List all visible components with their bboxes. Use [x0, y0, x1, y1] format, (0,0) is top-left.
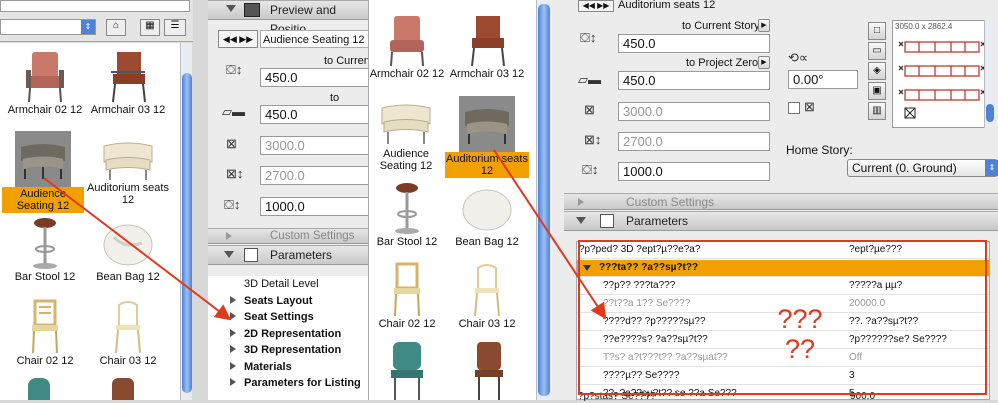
- annotation-arrows: [43, 149, 607, 321]
- arrow-mid-to-params: [493, 149, 607, 320]
- arrow-left-to-params: [43, 177, 232, 321]
